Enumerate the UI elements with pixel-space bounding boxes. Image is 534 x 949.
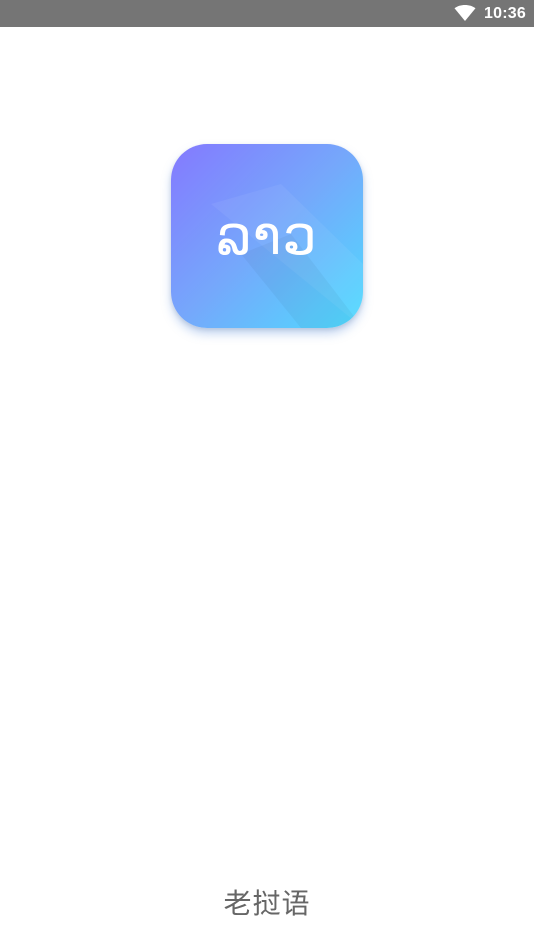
status-time: 10:36	[484, 5, 526, 22]
wifi-icon	[454, 5, 476, 21]
status-bar: 10:36	[0, 0, 534, 27]
app-logo: ລາວ	[171, 144, 363, 328]
splash-screen: 10:36 ລາວ 老挝语	[0, 0, 534, 949]
logo-text: ລາວ	[216, 204, 318, 267]
app-name: 老挝语	[223, 887, 311, 920]
